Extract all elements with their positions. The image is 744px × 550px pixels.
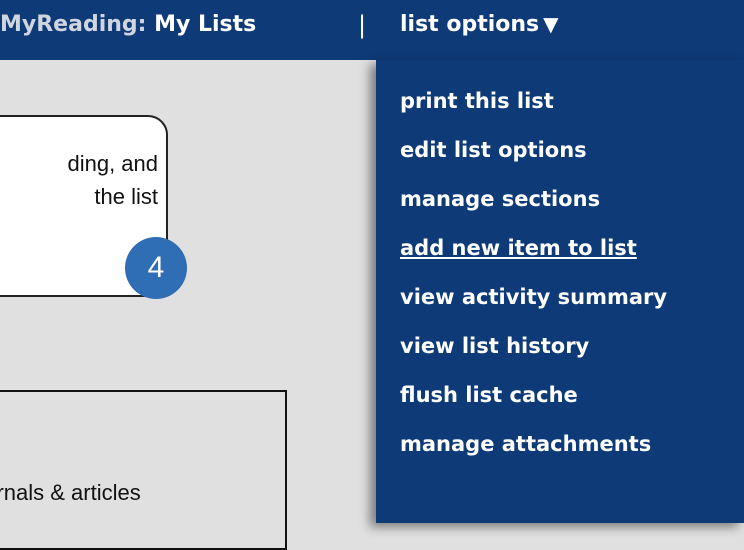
menu-item-flush-list-cache[interactable]: flush list cache (400, 383, 578, 407)
callout-line-1: ding, and (67, 151, 158, 176)
list-options-menu-button[interactable]: list options ▼ (400, 12, 559, 37)
app-title: MyReading: (0, 12, 147, 37)
top-navigation-bar: MyReading: My Lists | list options ▼ (0, 0, 744, 60)
panel-text: ournals & articles (0, 480, 141, 505)
content-panel: ournals & articles (0, 390, 287, 550)
list-options-dropdown: print this list edit list options manage… (376, 60, 744, 523)
menu-item-manage-sections[interactable]: manage sections (400, 187, 600, 211)
menu-item-add-new-item[interactable]: add new item to list (400, 236, 637, 260)
menu-item-manage-attachments[interactable]: manage attachments (400, 432, 651, 456)
menu-item-view-activity-summary[interactable]: view activity summary (400, 285, 667, 309)
triangle-down-icon: ▼ (543, 12, 559, 36)
brand: MyReading: My Lists (0, 12, 256, 37)
menu-item-print-list[interactable]: print this list (400, 89, 554, 113)
callout-line-2: the list (94, 184, 158, 209)
nav-divider: | (358, 11, 367, 39)
list-options-label: list options (400, 12, 540, 37)
menu-item-edit-list-options[interactable]: edit list options (400, 138, 587, 162)
step-number-badge: 4 (125, 237, 187, 299)
my-lists-link[interactable]: My Lists (154, 12, 256, 37)
menu-item-view-list-history[interactable]: view list history (400, 334, 589, 358)
callout-text: ding, and the list (0, 147, 170, 213)
